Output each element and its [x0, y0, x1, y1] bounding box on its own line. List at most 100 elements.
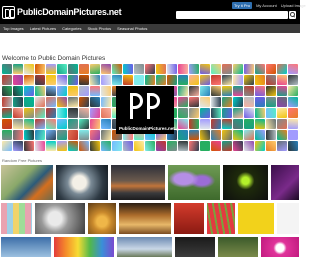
mosaic-thumbnail[interactable]	[34, 85, 45, 96]
featured-photo-child[interactable]	[35, 203, 85, 234]
mosaic-thumbnail[interactable]	[243, 74, 254, 85]
featured-photo-yellow[interactable]	[238, 203, 274, 234]
mosaic-thumbnail[interactable]	[45, 85, 56, 96]
mosaic-thumbnail[interactable]	[144, 74, 155, 85]
mosaic-thumbnail[interactable]	[23, 129, 34, 140]
mosaic-thumbnail[interactable]	[210, 63, 221, 74]
mosaic-thumbnail[interactable]	[177, 85, 188, 96]
mosaic-thumbnail[interactable]	[45, 107, 56, 118]
mosaic-thumbnail[interactable]	[45, 129, 56, 140]
mosaic-thumbnail[interactable]	[78, 85, 89, 96]
mosaic-thumbnail[interactable]	[100, 74, 111, 85]
mosaic-thumbnail[interactable]	[210, 129, 221, 140]
mosaic-thumbnail[interactable]	[199, 85, 210, 96]
mosaic-thumbnail[interactable]	[56, 74, 67, 85]
featured-photo-forest[interactable]	[218, 237, 258, 257]
mosaic-thumbnail[interactable]	[276, 129, 287, 140]
mosaic-thumbnail[interactable]	[100, 140, 111, 151]
mosaic-thumbnail[interactable]	[34, 140, 45, 151]
mosaic-thumbnail[interactable]	[177, 74, 188, 85]
mosaic-thumbnail[interactable]	[12, 129, 23, 140]
mosaic-thumbnail[interactable]	[177, 107, 188, 118]
mosaic-thumbnail[interactable]	[254, 63, 265, 74]
mosaic-thumbnail[interactable]	[210, 107, 221, 118]
mosaic-thumbnail[interactable]	[23, 74, 34, 85]
mosaic-thumbnail[interactable]	[56, 118, 67, 129]
mosaic-thumbnail[interactable]	[45, 96, 56, 107]
nav-latest-pictures[interactable]: Latest Pictures	[30, 26, 56, 31]
mosaic-thumbnail[interactable]	[232, 96, 243, 107]
mosaic-thumbnail[interactable]	[265, 118, 276, 129]
mosaic-thumbnail[interactable]	[177, 96, 188, 107]
mosaic-thumbnail[interactable]	[56, 129, 67, 140]
try-pro-button[interactable]: Try it Pro	[232, 2, 253, 9]
mosaic-thumbnail[interactable]	[23, 85, 34, 96]
nav-seasonal-photos[interactable]: Seasonal Photos	[117, 26, 147, 31]
mosaic-thumbnail[interactable]	[177, 129, 188, 140]
featured-photo-dark-scene[interactable]	[175, 237, 215, 257]
mosaic-thumbnail[interactable]	[89, 96, 100, 107]
mosaic-thumbnail[interactable]	[89, 107, 100, 118]
mosaic-thumbnail[interactable]	[155, 63, 166, 74]
featured-photo-sunset[interactable]	[111, 165, 165, 200]
mosaic-thumbnail[interactable]	[78, 96, 89, 107]
mosaic-thumbnail[interactable]	[243, 107, 254, 118]
mosaic-thumbnail[interactable]	[254, 118, 265, 129]
mosaic-thumbnail[interactable]	[166, 63, 177, 74]
mosaic-thumbnail[interactable]	[67, 85, 78, 96]
mosaic-thumbnail[interactable]	[232, 140, 243, 151]
featured-photo-bird[interactable]	[56, 165, 108, 200]
featured-photo-mountain[interactable]	[117, 237, 172, 257]
mosaic-thumbnail[interactable]	[232, 107, 243, 118]
featured-photo-purple[interactable]	[271, 165, 299, 200]
featured-photo-pink-graphic[interactable]	[261, 237, 299, 257]
mosaic-thumbnail[interactable]	[1, 85, 12, 96]
mosaic-thumbnail[interactable]	[243, 129, 254, 140]
mosaic-thumbnail[interactable]	[188, 129, 199, 140]
featured-photo-tulip-field[interactable]	[207, 203, 235, 234]
mosaic-thumbnail[interactable]	[100, 63, 111, 74]
mosaic-thumbnail[interactable]	[56, 85, 67, 96]
mosaic-thumbnail[interactable]	[210, 140, 221, 151]
mosaic-thumbnail[interactable]	[276, 74, 287, 85]
mosaic-thumbnail[interactable]	[1, 129, 12, 140]
mosaic-thumbnail[interactable]	[243, 85, 254, 96]
mosaic-thumbnail[interactable]	[34, 118, 45, 129]
mosaic-thumbnail[interactable]	[210, 74, 221, 85]
mosaic-thumbnail[interactable]	[100, 85, 111, 96]
mosaic-thumbnail[interactable]	[265, 129, 276, 140]
mosaic-thumbnail[interactable]	[12, 107, 23, 118]
mosaic-thumbnail[interactable]	[56, 96, 67, 107]
mosaic-thumbnail[interactable]	[199, 107, 210, 118]
mosaic-thumbnail[interactable]	[188, 118, 199, 129]
mosaic-thumbnail[interactable]	[221, 85, 232, 96]
featured-photo-red-wall[interactable]	[174, 203, 204, 234]
mosaic-thumbnail[interactable]	[1, 118, 12, 129]
mosaic-thumbnail[interactable]	[133, 74, 144, 85]
mosaic-thumbnail[interactable]	[199, 74, 210, 85]
mosaic-thumbnail[interactable]	[276, 63, 287, 74]
mosaic-thumbnail[interactable]	[12, 118, 23, 129]
mosaic-thumbnail[interactable]	[188, 107, 199, 118]
mosaic-thumbnail[interactable]	[78, 63, 89, 74]
mosaic-thumbnail[interactable]	[221, 74, 232, 85]
mosaic-thumbnail[interactable]	[287, 107, 298, 118]
mosaic-thumbnail[interactable]	[111, 74, 122, 85]
mosaic-thumbnail[interactable]	[188, 63, 199, 74]
mosaic-thumbnail[interactable]	[199, 63, 210, 74]
my-account-link[interactable]: My Account	[256, 3, 277, 8]
mosaic-thumbnail[interactable]	[89, 129, 100, 140]
mosaic-thumbnail[interactable]	[133, 140, 144, 151]
featured-photo-pencils[interactable]	[54, 237, 114, 257]
mosaic-thumbnail[interactable]	[265, 107, 276, 118]
mosaic-thumbnail[interactable]	[1, 140, 12, 151]
mosaic-thumbnail[interactable]	[45, 118, 56, 129]
mosaic-thumbnail[interactable]	[265, 85, 276, 96]
mosaic-thumbnail[interactable]	[276, 96, 287, 107]
featured-photo-white[interactable]	[277, 203, 299, 234]
logo-icon[interactable]	[2, 6, 15, 19]
featured-photo-desert[interactable]	[119, 203, 171, 234]
mosaic-thumbnail[interactable]	[166, 74, 177, 85]
mosaic-thumbnail[interactable]	[122, 74, 133, 85]
mosaic-thumbnail[interactable]	[45, 140, 56, 151]
